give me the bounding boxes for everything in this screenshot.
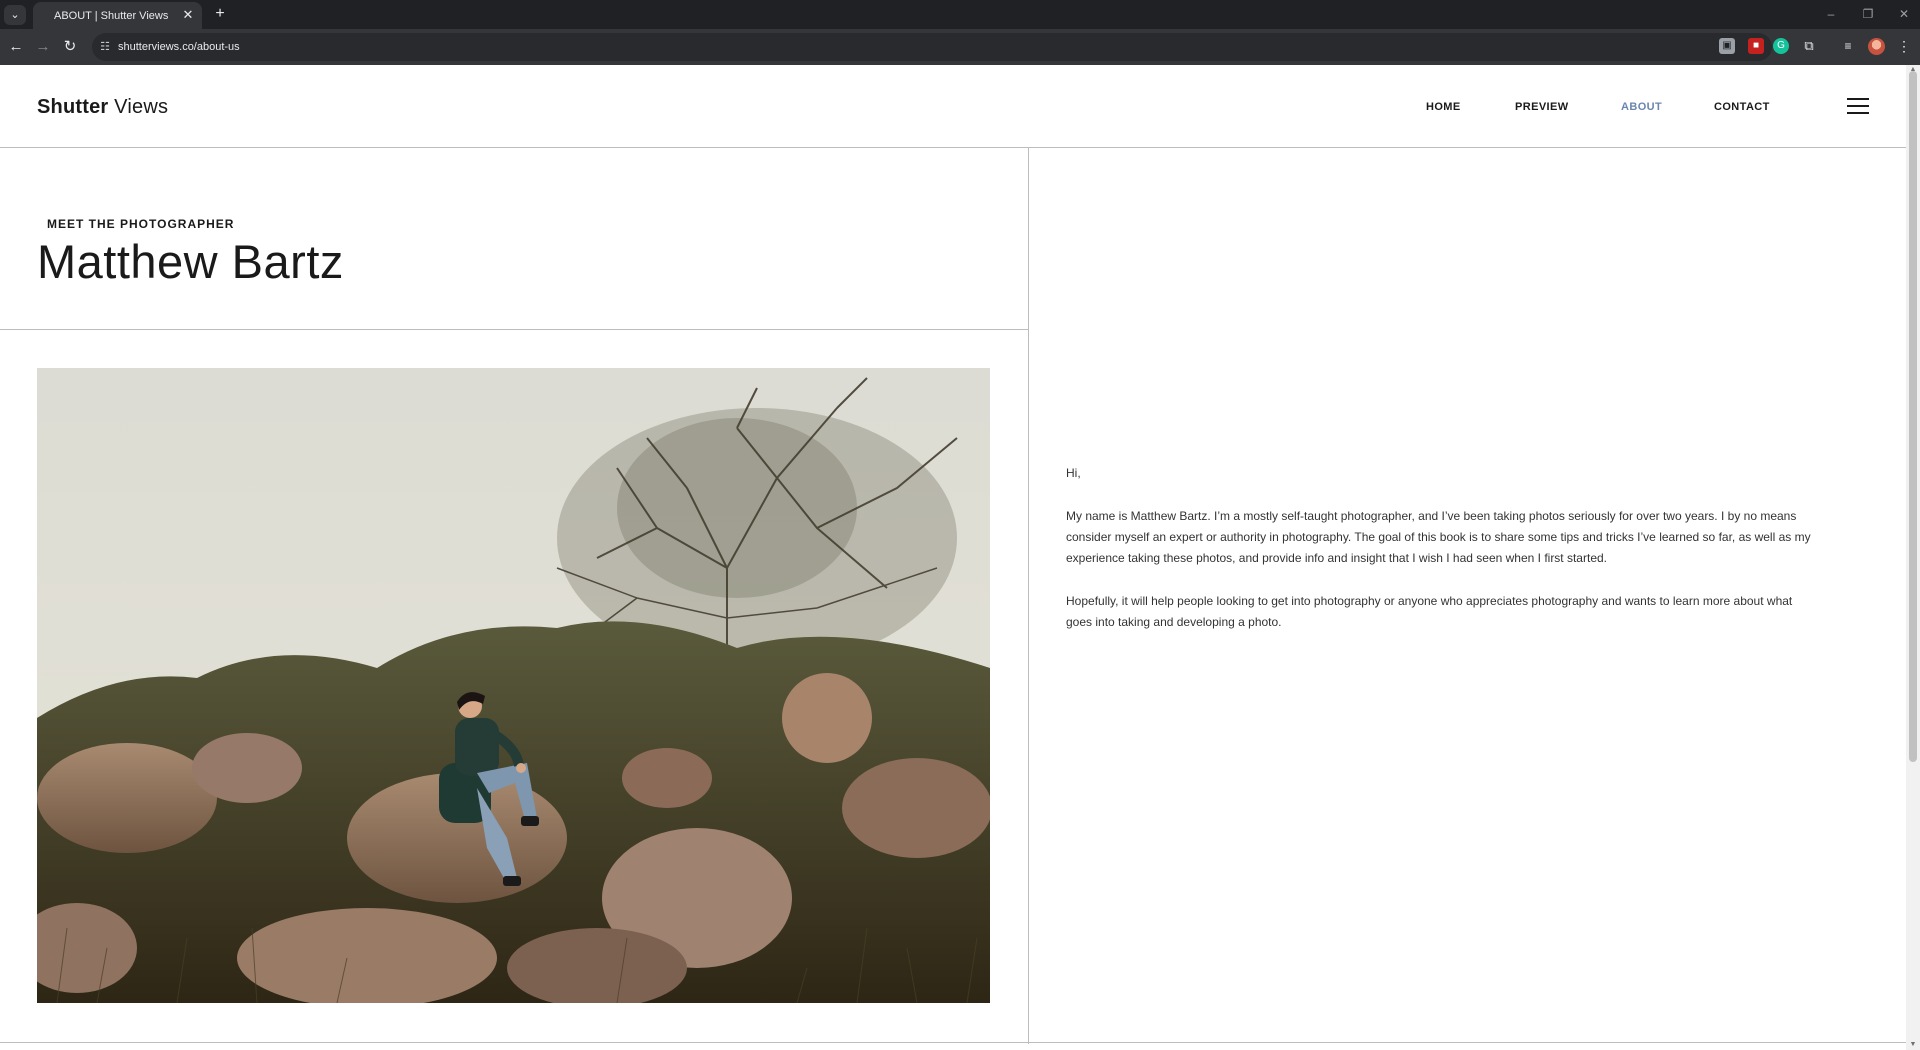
- nav-home[interactable]: HOME: [1426, 101, 1461, 113]
- scrollbar-thumb[interactable]: [1909, 71, 1917, 762]
- logo-light-text: Views: [114, 96, 169, 118]
- tab-search-button[interactable]: ⌄: [4, 5, 26, 25]
- url-text[interactable]: shutterviews.co/about-us: [118, 41, 240, 53]
- restore-window-button[interactable]: ❐: [1860, 6, 1876, 22]
- photographer-name: Matthew Bartz: [37, 235, 344, 288]
- minimize-window-button[interactable]: –: [1823, 6, 1839, 22]
- site-logo[interactable]: Shutter Views: [37, 96, 168, 119]
- column-divider: [1028, 148, 1029, 1044]
- nav-preview[interactable]: PREVIEW: [1515, 101, 1569, 113]
- section-kicker: MEET THE PHOTOGRAPHER: [47, 217, 235, 231]
- bio-text: Hi, My name is Matthew Bartz. I’m a most…: [1066, 463, 1812, 655]
- back-icon[interactable]: ←: [6, 37, 26, 57]
- nav-contact[interactable]: CONTACT: [1714, 101, 1770, 113]
- close-window-button[interactable]: ✕: [1896, 6, 1912, 22]
- grammarly-icon[interactable]: G: [1773, 38, 1789, 54]
- forward-icon[interactable]: →: [33, 37, 53, 57]
- nav-about[interactable]: ABOUT: [1621, 101, 1662, 113]
- browser-tab-bar: ⌄ ABOUT | Shutter Views ✕ + – ❐ ✕: [0, 0, 1920, 29]
- tab-close-icon[interactable]: ✕: [180, 7, 196, 23]
- address-bar[interactable]: ☷ shutterviews.co/about-us ☆: [92, 33, 1772, 61]
- bio-paragraph: My name is Matthew Bartz. I’m a mostly s…: [1066, 509, 1811, 565]
- browser-tab-active[interactable]: ABOUT | Shutter Views ✕: [33, 2, 202, 29]
- extensions-puzzle-icon[interactable]: ⧉: [1801, 38, 1817, 54]
- scroll-down-icon[interactable]: ▼: [1906, 1040, 1920, 1050]
- extension-icon[interactable]: ■: [1748, 38, 1764, 54]
- site-info-icon[interactable]: ☷: [98, 40, 112, 54]
- site-header: Shutter Views HOME PREVIEW ABOUT CONTACT: [0, 65, 1906, 148]
- profile-avatar[interactable]: [1868, 38, 1885, 55]
- bottom-divider: [0, 1042, 1906, 1043]
- web-page: Shutter Views HOME PREVIEW ABOUT CONTACT…: [0, 65, 1920, 1050]
- hero-divider: [0, 329, 1028, 330]
- tab-title: ABOUT | Shutter Views: [54, 10, 169, 22]
- logo-bold-text: Shutter: [37, 96, 109, 118]
- more-menu-icon[interactable]: ⋮: [1896, 38, 1912, 54]
- extension-icon[interactable]: ▣: [1719, 38, 1735, 54]
- media-controls-icon[interactable]: ≡: [1840, 38, 1856, 54]
- hamburger-menu-icon[interactable]: [1847, 98, 1869, 114]
- page-scrollbar[interactable]: ▲ ▼: [1906, 65, 1920, 1050]
- new-tab-button[interactable]: +: [211, 5, 229, 23]
- bio-greeting: Hi,: [1066, 466, 1081, 480]
- browser-toolbar: ← → ↻ ☷ shutterviews.co/about-us ☆ ▣ ■ G…: [0, 29, 1920, 65]
- photographer-portrait-image: [37, 368, 990, 1003]
- bio-paragraph: Hopefully, it will help people looking t…: [1066, 594, 1793, 629]
- reload-icon[interactable]: ↻: [60, 37, 80, 57]
